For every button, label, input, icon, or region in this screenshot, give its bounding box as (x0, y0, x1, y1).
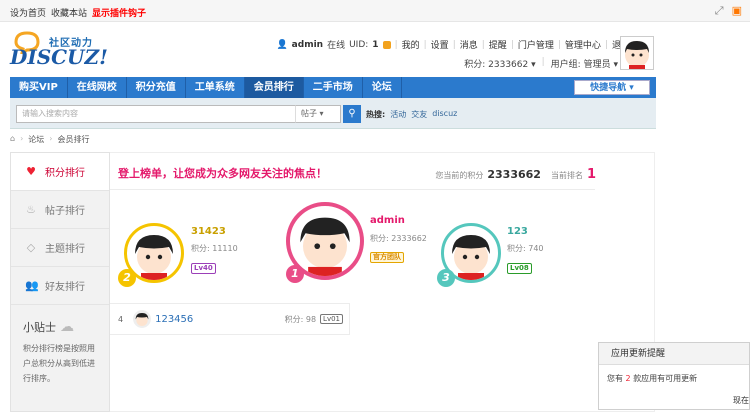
cloud-icon: ☁ (60, 319, 74, 335)
main-nav: 购买VIP 在线网校 积分充值 工单系统 会员排行 二手市场 论坛 快捷导航 ▾ (10, 77, 656, 98)
ranking-sidebar: ♥ 积分排行 ♨ 帖子排行 ◇ 主题排行 👥 好友排行 小贴士 ☁ 积分排行榜是按… (10, 152, 110, 412)
podium-name[interactable]: 31423 (191, 226, 226, 237)
podium-score: 积分: 2333662 (370, 234, 427, 243)
site-logo[interactable]: 社区动力 DISCUZ! (10, 27, 108, 72)
hot-search: 热搜: 活动 交友 discuz (366, 109, 457, 120)
nav-item-ranking[interactable]: 会员排行 (244, 77, 304, 98)
plugin-hook-link[interactable]: 显示插件钩子 (92, 6, 146, 19)
search-icon[interactable]: ⚲ (343, 105, 361, 123)
hot-search-item[interactable]: 交友 (411, 109, 427, 120)
rank-badge: 1 (286, 265, 304, 283)
team-badge: 官方团队 (370, 252, 404, 263)
nav-item-forum[interactable]: 论坛 (363, 77, 402, 98)
list-name[interactable]: 123456 (155, 314, 193, 325)
my-menu[interactable]: 我的 (402, 38, 420, 51)
user-avatar[interactable] (620, 36, 654, 70)
quick-nav-button[interactable]: 快捷导航 ▾ (574, 80, 650, 95)
flame-icon: ♨ (26, 203, 36, 216)
my-rank-label: 当前排名 (550, 171, 583, 180)
group-value[interactable]: 管理员 (584, 60, 611, 70)
top-bar: 设为首页 收藏本站 显示插件钩子 ⤢ ▣ (0, 0, 750, 22)
list-rank: 4 (118, 314, 124, 324)
list-avatar[interactable] (133, 310, 152, 328)
set-home-link[interactable]: 设为首页 (10, 6, 46, 19)
nav-item-recharge[interactable]: 积分充值 (127, 77, 186, 98)
user-info: 👤 admin 在线 UID: 1 | 我的 | 设置 | 消息 | 提醒 | … (276, 38, 630, 52)
points-value[interactable]: 2333662 (488, 60, 528, 70)
username-link[interactable]: admin (292, 40, 323, 50)
list-item: 4 123456 积分: 98 Lv01 (110, 303, 350, 335)
home-icon[interactable]: ⌂ (10, 134, 15, 145)
slogan: 登上榜单，让您成为众多网友关注的焦点！ (118, 167, 327, 180)
my-points-value: 2333662 (487, 168, 541, 181)
breadcrumb: ⌂ › 论坛 › 会员排行 (10, 134, 90, 145)
hot-search-item[interactable]: discuz (432, 109, 457, 120)
list-score: 积分: 98 (284, 314, 317, 324)
popup-body: 您有 2 款应用有可用更新 (607, 374, 698, 383)
sidebar-item-threads[interactable]: ◇ 主题排行 (11, 229, 109, 267)
podium-name[interactable]: admin (370, 215, 405, 226)
update-count: 2 (625, 374, 631, 383)
sidebar-item-label: 主题排行 (45, 244, 85, 255)
friends-icon: 👥 (25, 279, 39, 292)
tip-body: 积分排行榜是按照用户总积分从高到低进行排序。 (23, 344, 95, 383)
sidebar-item-label: 帖子排行 (45, 206, 85, 217)
podium-name[interactable]: 123 (507, 226, 528, 237)
level-badge: Lv40 (191, 263, 216, 274)
sidebar-item-friends[interactable]: 👥 好友排行 (11, 267, 109, 305)
uid-label: UID: (349, 39, 369, 50)
sidebar-item-label: 好友排行 (45, 282, 85, 293)
logo-word: DISCUZ! (10, 45, 108, 69)
nav-item-market[interactable]: 二手市场 (304, 77, 363, 98)
admin-center-link[interactable]: 管理中心 (565, 38, 601, 51)
sidebar-item-label: 积分排行 (45, 168, 85, 179)
podium-score: 积分: 11110 (191, 244, 238, 253)
heart-icon: ♥ (26, 165, 36, 178)
search-input[interactable]: 请输入搜索内容 (16, 105, 341, 123)
rank-badge: 2 (118, 269, 136, 287)
tip-title: 小贴士 (23, 321, 56, 334)
settings-link[interactable]: 设置 (431, 38, 449, 51)
level-badge: Lv08 (507, 263, 532, 274)
sidebar-item-posts[interactable]: ♨ 帖子排行 (11, 191, 109, 229)
diamond-icon: ◇ (26, 241, 36, 254)
breadcrumb-forum[interactable]: 论坛 (28, 134, 44, 145)
online-status: 在线 (327, 41, 346, 51)
coin-icon (382, 40, 391, 49)
hot-search-item[interactable]: 活动 (390, 109, 406, 120)
user-points-line: 积分: 2333662 ▾ | 用户组: 管理员 ▾ (464, 57, 618, 70)
ranking-main: 登上榜单，让您成为众多网友关注的焦点！ 您当前的积分 2333662 当前排名 … (110, 152, 655, 412)
search-bar: 请输入搜索内容 帖子 ▾ ⚲ 热搜: 活动 交友 discuz (10, 98, 656, 129)
tip-box: 小贴士 ☁ 积分排行榜是按照用户总积分从高到低进行排序。 (11, 305, 109, 386)
group-label: 用户组: (550, 60, 581, 70)
hot-search-label: 热搜: (366, 110, 386, 119)
nav-item-vip[interactable]: 购买VIP (10, 77, 68, 98)
theme-icon[interactable]: ▣ (732, 4, 742, 18)
my-points-label: 您当前的积分 (435, 171, 484, 180)
sidebar-item-points[interactable]: ♥ 积分排行 (11, 153, 109, 191)
update-popup: 应用更新提醒 您有 2 款应用有可用更新 现在 (598, 342, 750, 410)
my-stats: 您当前的积分 2333662 当前排名 1 (435, 167, 596, 182)
search-scope-select[interactable]: 帖子 ▾ (295, 105, 341, 123)
breadcrumb-current: 会员排行 (57, 135, 90, 144)
nav-item-school[interactable]: 在线网校 (68, 77, 127, 98)
podium-score: 积分: 740 (507, 244, 544, 253)
popup-title: 应用更新提醒 (599, 343, 749, 365)
uid-value: 1 (372, 39, 379, 50)
reminders-link[interactable]: 提醒 (489, 38, 507, 51)
my-rank-value: 1 (586, 167, 596, 182)
user-icon: 👤 (276, 39, 288, 50)
bookmark-link[interactable]: 收藏本站 (51, 6, 87, 19)
rank-badge: 3 (437, 269, 455, 287)
update-now-link[interactable]: 现在 (733, 395, 749, 406)
messages-link[interactable]: 消息 (460, 38, 478, 51)
expand-icon[interactable]: ⤢ (715, 4, 724, 18)
nav-item-tickets[interactable]: 工单系统 (186, 77, 245, 98)
level-badge: Lv01 (320, 314, 343, 324)
header: 社区动力 DISCUZ! 👤 admin 在线 UID: 1 | 我的 | 设置… (0, 22, 750, 77)
points-label: 积分: (464, 60, 486, 70)
portal-admin-link[interactable]: 门户管理 (518, 38, 554, 51)
